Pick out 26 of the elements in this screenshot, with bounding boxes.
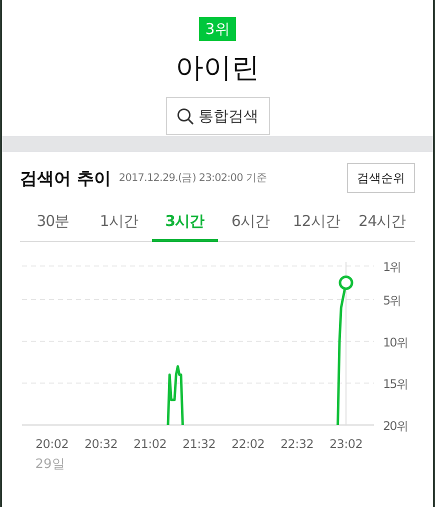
y-axis-label: 20위 — [383, 419, 408, 433]
x-axis-label: 21:32 — [182, 437, 216, 451]
search-icon — [176, 108, 194, 124]
timestamp: 2017.12.29.(금) 23:02:00 기준 — [118, 171, 268, 185]
period-tab[interactable]: 30분 — [20, 204, 86, 242]
x-axis-label: 21:02 — [133, 437, 167, 451]
x-axis-label: 22:02 — [231, 437, 265, 451]
current-point — [338, 275, 354, 290]
date-label: 29일 — [35, 457, 65, 472]
y-axis-label: 10위 — [383, 335, 408, 350]
x-axis-label: 20:32 — [84, 437, 118, 451]
rank-badge: 3위 — [199, 17, 236, 41]
y-axis-label: 15위 — [383, 377, 408, 392]
x-axis-label: 23:02 — [329, 437, 363, 451]
x-axis-label: 20:02 — [35, 437, 69, 451]
section-title: 검색어 추이 — [20, 168, 111, 190]
period-tab[interactable]: 24시간 — [349, 204, 415, 242]
period-tab[interactable]: 6시간 — [218, 204, 284, 242]
x-axis-label: 22:32 — [280, 437, 314, 451]
keyword-title: 아이린 — [176, 50, 260, 86]
period-tab[interactable]: 1시간 — [86, 204, 152, 242]
y-axis-label: 5위 — [383, 293, 401, 308]
search-button[interactable]: 통합검색 — [166, 97, 270, 135]
period-tab[interactable]: 12시간 — [283, 204, 350, 242]
y-axis-label: 1위 — [383, 260, 401, 274]
ranking-button[interactable]: 검색순위 — [347, 163, 415, 193]
